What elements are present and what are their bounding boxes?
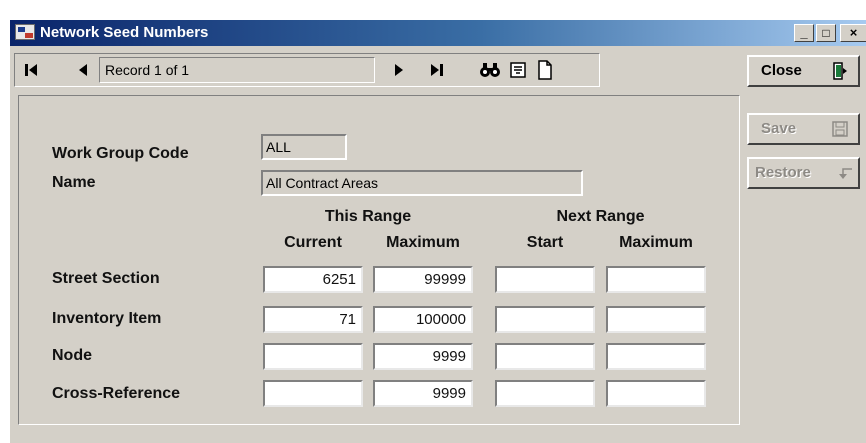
- work-group-code-field[interactable]: ALL: [261, 134, 347, 160]
- node-next-maximum-input[interactable]: [606, 343, 706, 370]
- street-section-current-input[interactable]: 6251: [263, 266, 363, 293]
- last-record-button[interactable]: [424, 56, 450, 84]
- inventory-item-next-start-input[interactable]: [495, 306, 595, 333]
- filter-button[interactable]: [505, 56, 531, 84]
- column-header-maximum: Maximum: [386, 234, 460, 251]
- save-button[interactable]: Save: [747, 113, 860, 145]
- close-window-button[interactable]: ×: [840, 24, 866, 42]
- filter-icon: [510, 62, 526, 78]
- record-indicator: Record 1 of 1: [99, 57, 375, 83]
- new-record-icon: [538, 60, 552, 80]
- street-section-maximum-input[interactable]: 99999: [373, 266, 473, 293]
- work-group-code-label: Work Group Code: [52, 145, 189, 162]
- find-button[interactable]: [477, 56, 503, 84]
- node-maximum-input[interactable]: 9999: [373, 343, 473, 370]
- binoculars-icon: [480, 63, 500, 77]
- next-record-button[interactable]: [386, 56, 412, 84]
- row-label-node: Node: [52, 347, 92, 364]
- window-title: Network Seed Numbers: [40, 24, 209, 41]
- node-next-start-input[interactable]: [495, 343, 595, 370]
- cross-reference-next-maximum-input[interactable]: [606, 380, 706, 407]
- app-icon: [15, 24, 35, 40]
- name-field[interactable]: All Contract Areas: [261, 170, 583, 196]
- close-window-label: ×: [849, 25, 858, 40]
- cross-reference-next-start-input[interactable]: [495, 380, 595, 407]
- close-button-label: Close: [761, 62, 802, 79]
- restore-button[interactable]: Restore: [747, 157, 860, 189]
- next-record-icon: [395, 64, 403, 76]
- maximize-button[interactable]: □: [816, 24, 836, 42]
- row-label-cross-reference: Cross-Reference: [52, 385, 181, 402]
- street-section-next-maximum-input[interactable]: [606, 266, 706, 293]
- close-button[interactable]: Close: [747, 55, 860, 87]
- new-record-button[interactable]: [532, 56, 558, 84]
- street-section-next-start-input[interactable]: [495, 266, 595, 293]
- save-button-label: Save: [761, 120, 797, 137]
- title-bar[interactable]: Network Seed Numbers _ □ ×: [10, 20, 866, 46]
- node-current-input[interactable]: [263, 343, 363, 370]
- floppy-disk-icon: [832, 121, 848, 137]
- next-range-header: Next Range: [556, 208, 645, 225]
- cross-reference-maximum-input[interactable]: 9999: [373, 380, 473, 407]
- first-record-icon: [25, 64, 37, 76]
- cross-reference-current-input[interactable]: [263, 380, 363, 407]
- minimize-button[interactable]: _: [794, 24, 814, 42]
- first-record-button[interactable]: [18, 56, 44, 84]
- column-header-next-maximum: Maximum: [619, 234, 693, 251]
- name-label: Name: [52, 174, 96, 191]
- maximize-label: □: [822, 26, 830, 40]
- restore-icon: [839, 168, 852, 179]
- last-record-icon: [431, 64, 443, 76]
- inventory-item-current-input[interactable]: 71: [263, 306, 363, 333]
- row-label-inventory-item: Inventory Item: [52, 310, 162, 327]
- restore-button-label: Restore: [755, 164, 811, 181]
- previous-record-icon: [79, 64, 87, 76]
- previous-record-button[interactable]: [70, 56, 96, 84]
- row-label-street-section: Street Section: [52, 270, 160, 287]
- minimize-label: _: [800, 25, 808, 40]
- inventory-item-maximum-input[interactable]: 100000: [373, 306, 473, 333]
- inventory-item-next-maximum-input[interactable]: [606, 306, 706, 333]
- column-header-current: Current: [284, 234, 342, 251]
- column-header-start: Start: [526, 234, 564, 251]
- this-range-header: This Range: [324, 208, 412, 225]
- exit-door-icon: [833, 62, 847, 80]
